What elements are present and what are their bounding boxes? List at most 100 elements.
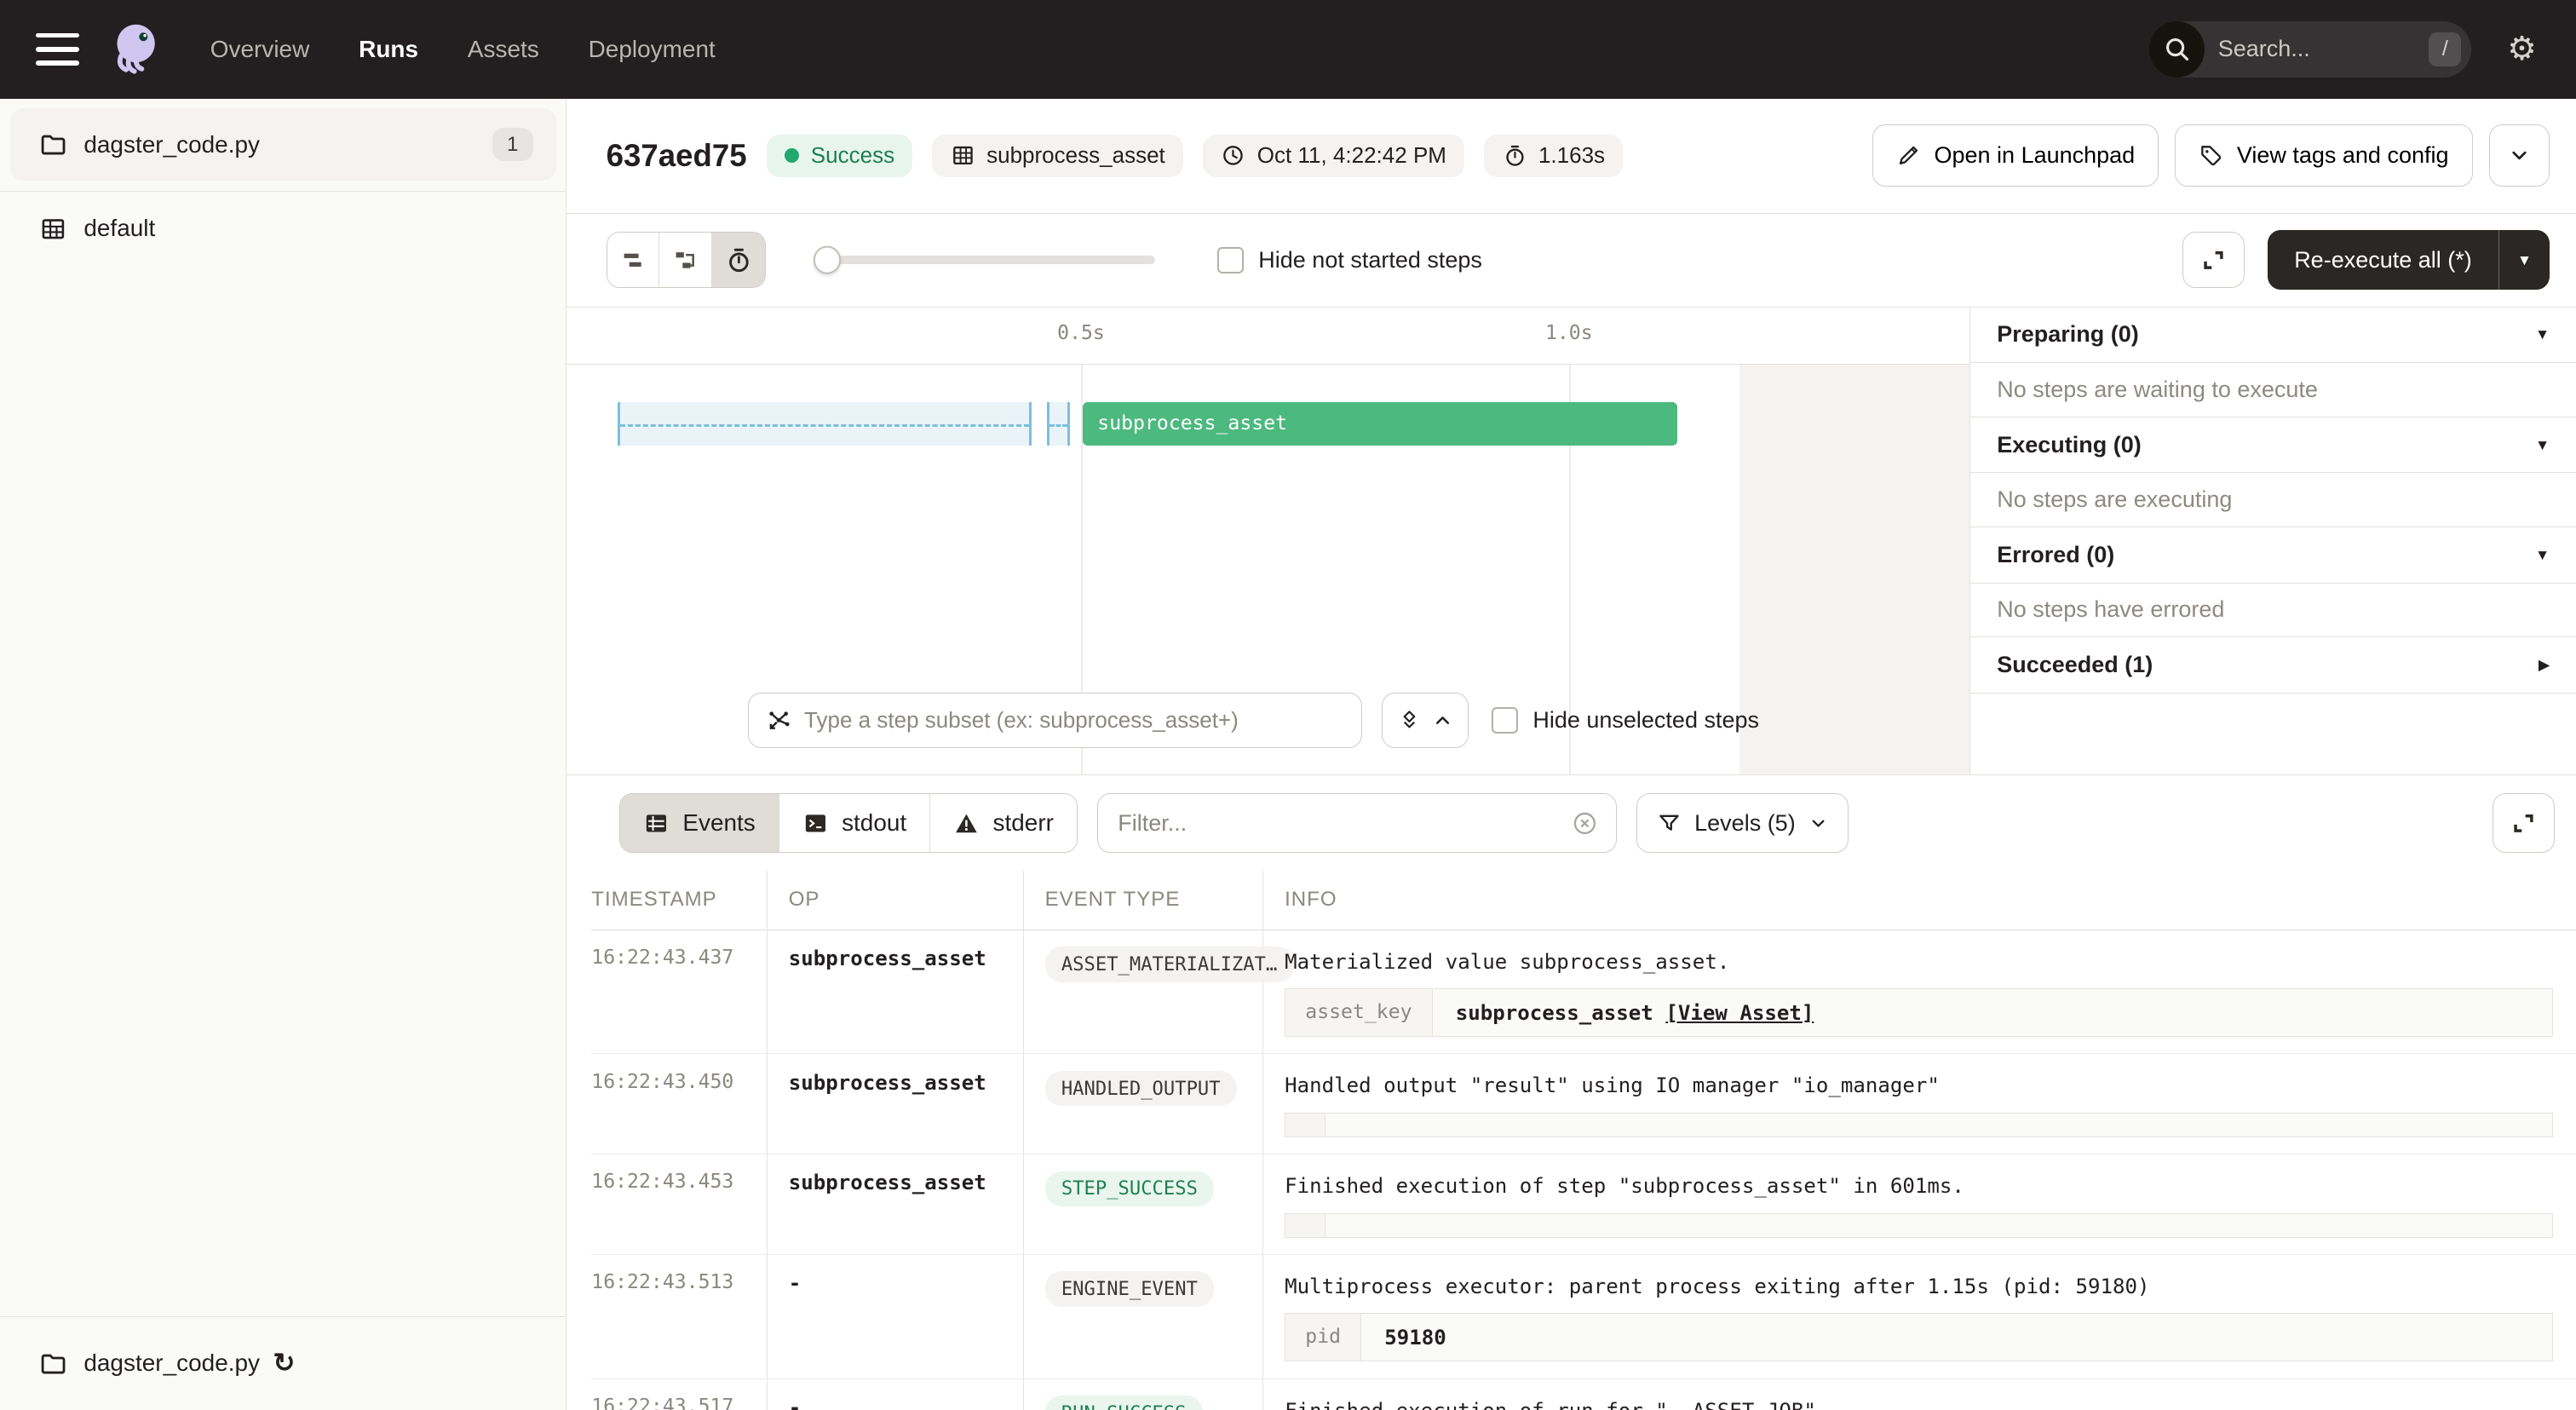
event-metadata-box: pid 59180 (1285, 1313, 2553, 1361)
gantt-view-mode-group (607, 232, 766, 288)
section-executing[interactable]: Executing (0) ▼ (1970, 417, 2576, 474)
event-timestamp: 16:22:43.513 (591, 1255, 767, 1378)
hide-unselected-checkbox[interactable] (1492, 707, 1518, 734)
event-type-badge: STEP_SUCCESS (1045, 1171, 1215, 1206)
gantt-fullscreen-button[interactable] (2182, 232, 2245, 288)
section-succeeded[interactable]: Succeeded (1) ▶ (1970, 637, 2576, 693)
table-row[interactable]: 16:22:43.437 subprocess_asset ASSET_MATE… (591, 930, 2576, 1055)
tab-events[interactable]: Events (620, 794, 779, 851)
event-metadata-box (1285, 1113, 2553, 1137)
metadata-value: subprocess_asset (1456, 1001, 1653, 1025)
dagster-logo-icon[interactable] (105, 20, 164, 78)
search-shortcut-key: / (2429, 32, 2461, 67)
sidebar-item-job-default[interactable]: default (0, 192, 566, 243)
slider-knob[interactable] (814, 246, 842, 274)
log-toolbar: Events stdout stderr Levels (5) (566, 775, 2576, 871)
event-type-badge: HANDLED_OUTPUT (1045, 1071, 1237, 1106)
waterfall-icon (672, 247, 699, 273)
expand-icon (2511, 811, 2536, 836)
console-icon (802, 810, 829, 837)
flat-view-button[interactable] (607, 233, 660, 287)
grid-icon (951, 143, 975, 168)
clear-filter-icon[interactable] (1571, 809, 1599, 837)
gantt-section: 0.5s 1.0s subprocess_asset (566, 308, 2576, 776)
run-start-time-tag: Oct 11, 4:22:42 PM (1203, 135, 1464, 177)
pencil-icon (1896, 143, 1921, 168)
run-more-actions-button[interactable] (2489, 124, 2550, 187)
waterfall-view-button[interactable] (659, 233, 712, 287)
event-op: - (768, 1255, 1024, 1378)
levels-filter-button[interactable]: Levels (5) (1636, 793, 1849, 852)
graph-options-button[interactable] (1382, 693, 1469, 749)
metadata-key: asset_key (1285, 989, 1433, 1036)
reload-icon[interactable]: ↻ (273, 1350, 295, 1377)
nav-item-assets[interactable]: Assets (468, 36, 539, 63)
event-type-badge: ENGINE_EVENT (1045, 1271, 1215, 1306)
event-timestamp: 16:22:43.450 (591, 1054, 767, 1154)
primary-nav: Overview Runs Assets Deployment (210, 36, 716, 63)
hamburger-menu-icon[interactable] (36, 33, 78, 66)
gantt-toolbar: Hide not started steps Re-execute all (*… (566, 214, 2576, 308)
tab-stderr[interactable]: stderr (930, 794, 1077, 851)
section-preparing[interactable]: Preparing (0) ▼ (1970, 308, 2576, 364)
gantt-out-of-range-band (1739, 365, 1969, 774)
event-type-badge: ASSET_MATERIALIZAT… (1045, 947, 1294, 981)
clock-icon (1221, 143, 1245, 168)
event-metadata-box (1285, 1213, 2553, 1238)
table-row[interactable]: 16:22:43.513 - ENGINE_EVENT Multiprocess… (591, 1255, 2576, 1379)
settings-gear-icon[interactable]: ⚙ (2507, 33, 2537, 66)
axis-tick-label: 0.5s (1057, 322, 1105, 344)
caret-right-icon: ▶ (2539, 656, 2550, 674)
event-op: - (768, 1379, 1024, 1410)
step-subset-field[interactable] (748, 693, 1362, 749)
expand-icon (2201, 248, 2226, 273)
search-input[interactable] (2205, 36, 2429, 62)
table-icon (643, 810, 670, 837)
table-row[interactable]: 16:22:43.517 - RUN_SUCCESS Finished exec… (591, 1379, 2576, 1410)
hide-unselected-option[interactable]: Hide unselected steps (1492, 707, 1759, 734)
log-filter-input[interactable] (1118, 810, 1571, 837)
tab-stdout[interactable]: stdout (779, 794, 930, 851)
log-fullscreen-button[interactable] (2493, 793, 2555, 852)
step-selection-controls: Hide unselected steps (748, 693, 1760, 749)
gantt-chart-body[interactable]: subprocess_asset Hide unselected st (566, 365, 1969, 774)
event-type-badge: RUN_SUCCESS (1045, 1396, 1203, 1410)
run-status-badge: Success (767, 135, 913, 177)
section-executing-body: No steps are executing (1970, 473, 2576, 527)
nav-item-deployment[interactable]: Deployment (589, 36, 716, 63)
step-status-panel: Preparing (0) ▼ No steps are waiting to … (1969, 308, 2576, 775)
metadata-key (1285, 1114, 1325, 1137)
gantt-zoom-slider[interactable] (818, 256, 1154, 264)
table-body: 16:22:43.437 subprocess_asset ASSET_MATE… (591, 930, 2576, 1410)
event-op: subprocess_asset (768, 1054, 1024, 1154)
reexecute-options-button[interactable]: ▼ (2498, 230, 2550, 289)
event-timestamp: 16:22:43.437 (591, 930, 767, 1054)
table-header: TIMESTAMP OP EVENT TYPE INFO (591, 871, 2576, 929)
sidebar-item-code-location[interactable]: dagster_code.py 1 (10, 108, 556, 181)
view-asset-link[interactable]: [View Asset] (1665, 1001, 1814, 1025)
hide-not-started-checkbox[interactable] (1217, 247, 1244, 273)
footer-code-location-label: dagster_code.py (83, 1350, 260, 1377)
caret-down-icon: ▼ (2535, 436, 2550, 454)
run-job-tag[interactable]: subprocess_asset (932, 135, 1183, 177)
axis-tick-label: 1.0s (1545, 322, 1593, 344)
event-info-text: Materialized value subprocess_asset. (1285, 947, 2553, 974)
gantt-step-bar[interactable]: subprocess_asset (1083, 402, 1677, 445)
reexecute-all-button[interactable]: Re-execute all (*) (2268, 230, 2498, 289)
global-search[interactable]: / (2149, 21, 2471, 78)
code-location-label: dagster_code.py (83, 131, 260, 158)
nav-item-overview[interactable]: Overview (210, 36, 310, 63)
table-row[interactable]: 16:22:43.453 subprocess_asset STEP_SUCCE… (591, 1154, 2576, 1255)
event-info-text: Finished execution of step "subprocess_a… (1285, 1171, 2553, 1198)
table-row[interactable]: 16:22:43.450 subprocess_asset HANDLED_OU… (591, 1054, 2576, 1154)
view-tags-config-button[interactable]: View tags and config (2175, 124, 2472, 187)
hide-not-started-option[interactable]: Hide not started steps (1217, 247, 1482, 273)
grid-icon (39, 215, 67, 243)
log-filter-field[interactable] (1097, 793, 1616, 852)
nav-item-runs[interactable]: Runs (359, 36, 418, 63)
open-in-launchpad-button[interactable]: Open in Launchpad (1872, 124, 2159, 187)
event-timestamp: 16:22:43.517 (591, 1379, 767, 1410)
section-errored[interactable]: Errored (0) ▼ (1970, 527, 2576, 584)
timed-view-button[interactable] (712, 233, 765, 287)
step-subset-input[interactable] (791, 707, 1345, 734)
